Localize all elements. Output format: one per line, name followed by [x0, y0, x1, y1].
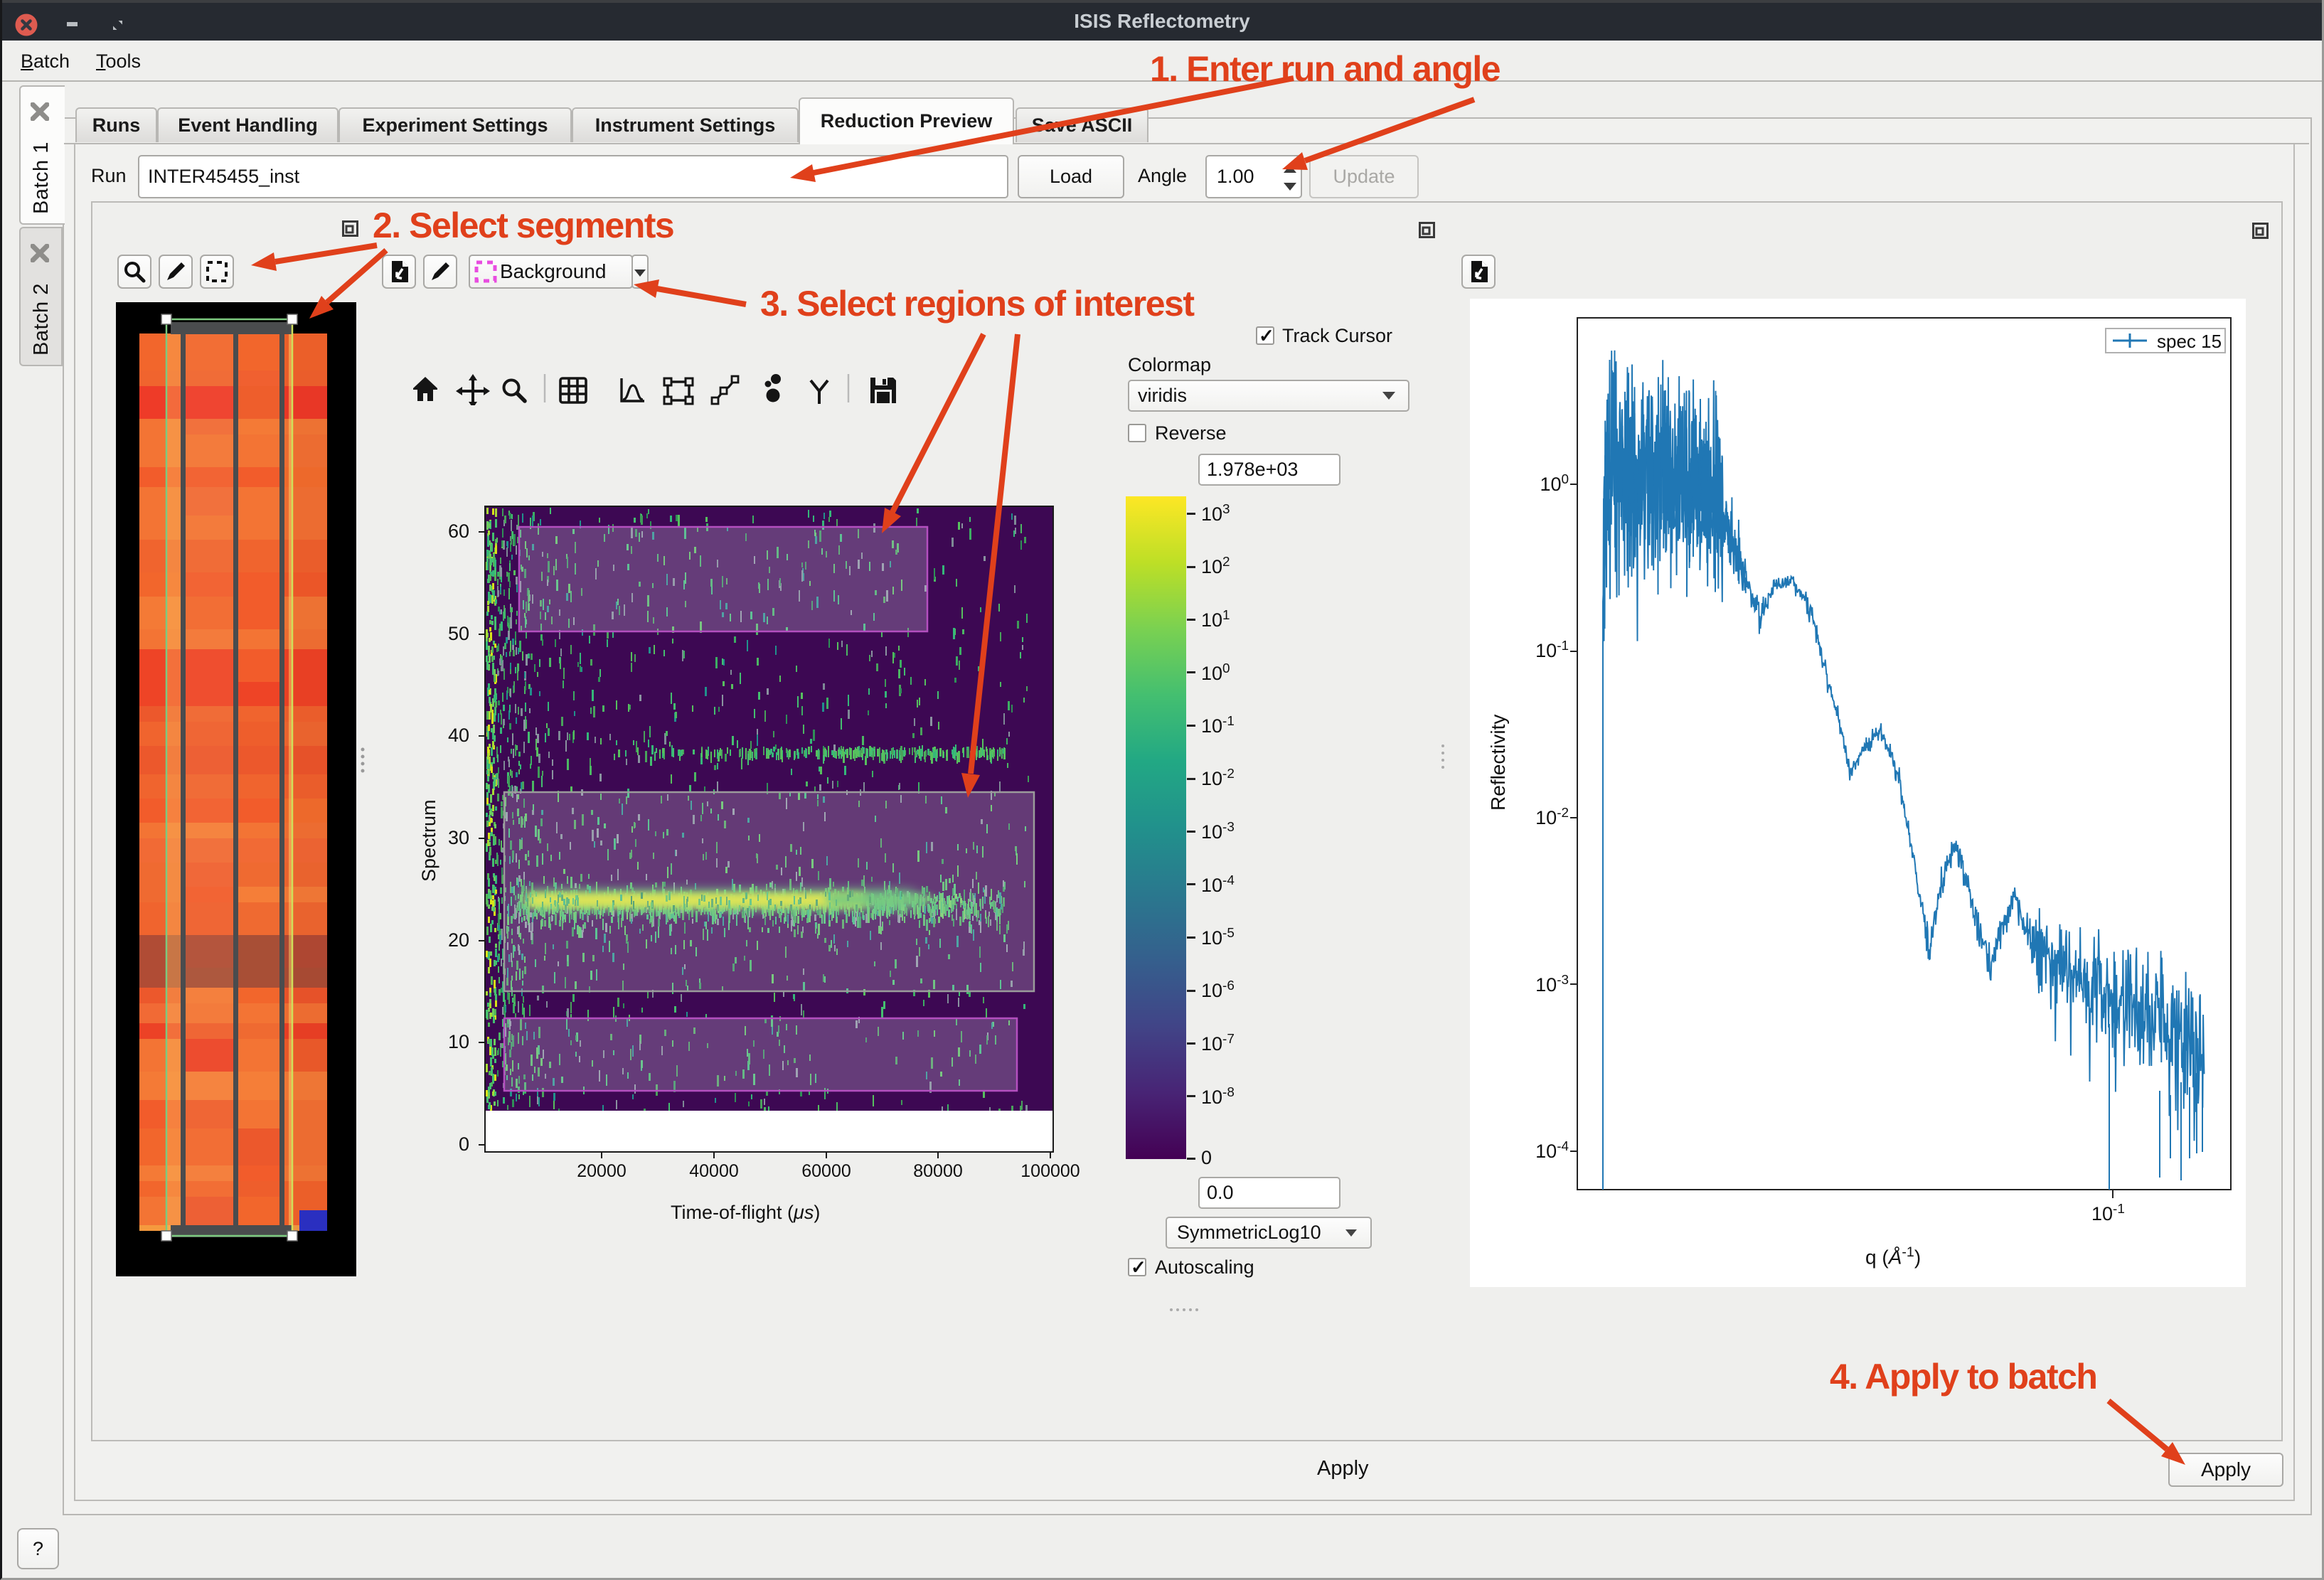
svg-text:spec 15: spec 15 [2157, 331, 2222, 352]
